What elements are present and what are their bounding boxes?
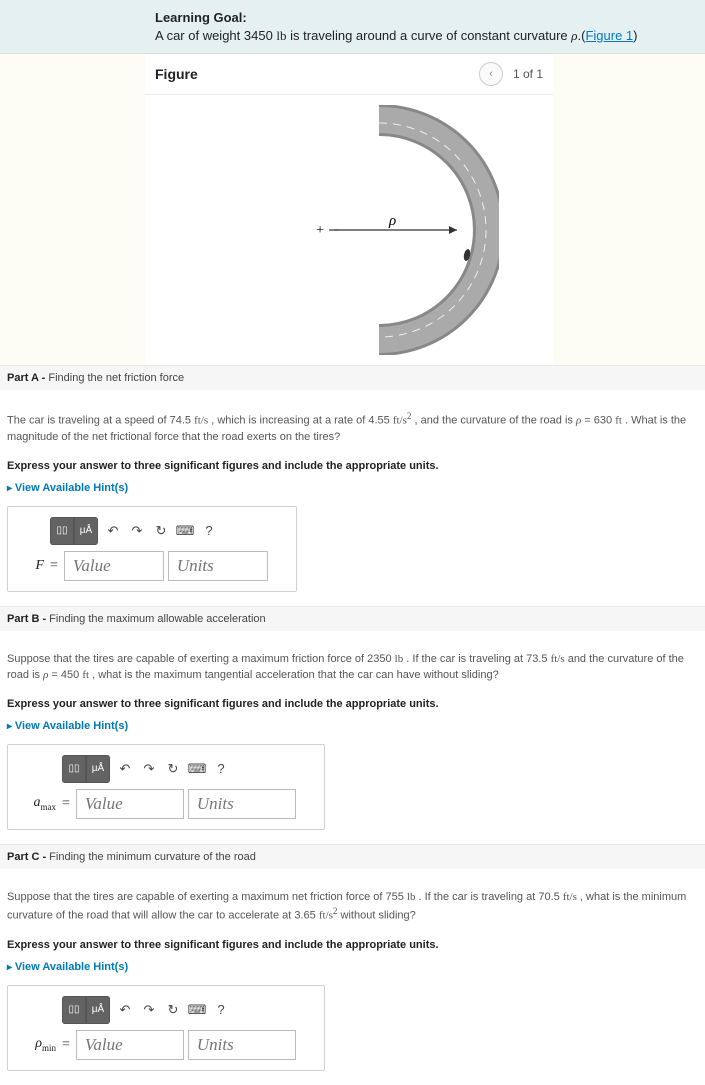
part-c-header: Part C - Finding the minimum curvature o…: [0, 845, 705, 869]
part-b-question: Suppose that the tires are capable of ex…: [0, 631, 705, 694]
part-b-value-input[interactable]: [76, 789, 184, 819]
part-b-header: Part B - Finding the maximum allowable a…: [0, 607, 705, 631]
part-a-question: The car is traveling at a speed of 74.5 …: [0, 390, 705, 456]
part-a: Part A - Finding the net friction force …: [0, 365, 705, 606]
part-c-answer-box: ▯▯ μÅ ↶ ↷ ↻ ⌨ ? ρmin =: [7, 985, 325, 1071]
figure-section: Figure ‹ 1 of 1 + ρ: [145, 54, 553, 365]
part-b-variable: amax: [18, 795, 56, 812]
part-c-hints-link[interactable]: View Available Hint(s): [0, 955, 705, 979]
part-b: Part B - Finding the maximum allowable a…: [0, 606, 705, 844]
help-button[interactable]: ?: [210, 998, 232, 1022]
part-c: Part C - Finding the minimum curvature o…: [0, 844, 705, 1085]
figure-header: Figure ‹ 1 of 1: [145, 54, 553, 95]
template-button-2[interactable]: μÅ: [74, 517, 98, 545]
lg-text-1: A car of weight 3450: [155, 28, 276, 43]
lg-unit-lb: lb: [276, 28, 286, 43]
undo-button[interactable]: ↶: [102, 519, 124, 543]
part-b-input-row: amax =: [18, 789, 296, 819]
help-button[interactable]: ?: [198, 519, 220, 543]
figure-counter: 1 of 1: [513, 67, 543, 81]
part-b-hints-link[interactable]: View Available Hint(s): [0, 714, 705, 738]
lg-paren-close: ): [633, 28, 637, 43]
redo-button[interactable]: ↷: [138, 757, 160, 781]
part-c-label: Part C -: [7, 851, 46, 863]
plus-marker: +: [316, 223, 324, 238]
figure-nav: ‹ 1 of 1: [479, 62, 543, 86]
part-b-title: Finding the maximum allowable accelerati…: [46, 613, 266, 625]
keyboard-button[interactable]: ⌨: [174, 519, 196, 543]
undo-button[interactable]: ↶: [114, 757, 136, 781]
rho-label: ρ: [388, 213, 396, 229]
part-c-value-input[interactable]: [76, 1030, 184, 1060]
part-a-header: Part A - Finding the net friction force: [0, 366, 705, 390]
figure-title: Figure: [155, 66, 198, 82]
part-b-answer-box: ▯▯ μÅ ↶ ↷ ↻ ⌨ ? amax =: [7, 744, 325, 830]
part-a-hints-link[interactable]: View Available Hint(s): [0, 476, 705, 500]
part-a-answer-box: ▯▯ μÅ ↶ ↷ ↻ ⌨ ? F =: [7, 506, 297, 592]
part-a-input-row: F =: [18, 551, 268, 581]
undo-button[interactable]: ↶: [114, 998, 136, 1022]
part-c-input-row: ρmin =: [18, 1030, 296, 1060]
part-b-toolbar: ▯▯ μÅ ↶ ↷ ↻ ⌨ ?: [62, 755, 296, 783]
reset-button[interactable]: ↻: [162, 998, 184, 1022]
keyboard-button[interactable]: ⌨: [186, 998, 208, 1022]
help-button[interactable]: ?: [210, 757, 232, 781]
part-c-question: Suppose that the tires are capable of ex…: [0, 869, 705, 935]
part-c-units-input[interactable]: [188, 1030, 296, 1060]
part-a-variable: F: [18, 558, 44, 574]
reset-button[interactable]: ↻: [162, 757, 184, 781]
equals-sign: =: [50, 558, 58, 574]
curve-diagram: + ρ: [199, 105, 499, 355]
part-b-instruction: Express your answer to three significant…: [0, 694, 705, 714]
figure-link[interactable]: Figure 1: [585, 28, 633, 43]
learning-goal-title: Learning Goal:: [155, 10, 690, 25]
redo-button[interactable]: ↷: [126, 519, 148, 543]
template-button-2[interactable]: μÅ: [86, 755, 110, 783]
part-c-instruction: Express your answer to three significant…: [0, 935, 705, 955]
equals-sign: =: [62, 796, 70, 812]
learning-goal-text: A car of weight 3450 lb is traveling aro…: [155, 27, 690, 45]
learning-goal-panel: Learning Goal: A car of weight 3450 lb i…: [0, 0, 705, 54]
part-a-label: Part A -: [7, 372, 45, 384]
template-button-1[interactable]: ▯▯: [50, 517, 74, 545]
part-b-label: Part B -: [7, 613, 46, 625]
equals-sign: =: [62, 1037, 70, 1053]
redo-button[interactable]: ↷: [138, 998, 160, 1022]
part-a-units-input[interactable]: [168, 551, 268, 581]
part-a-title: Finding the net friction force: [45, 372, 184, 384]
part-a-value-input[interactable]: [64, 551, 164, 581]
keyboard-button[interactable]: ⌨: [186, 757, 208, 781]
part-a-toolbar: ▯▯ μÅ ↶ ↷ ↻ ⌨ ?: [50, 517, 268, 545]
figure-body: + ρ: [145, 95, 553, 365]
lg-text-2: is traveling around a curve of constant …: [287, 28, 572, 43]
part-a-instruction: Express your answer to three significant…: [0, 456, 705, 476]
figure-prev-button[interactable]: ‹: [479, 62, 503, 86]
template-button-1[interactable]: ▯▯: [62, 755, 86, 783]
reset-button[interactable]: ↻: [150, 519, 172, 543]
part-b-units-input[interactable]: [188, 789, 296, 819]
part-c-title: Finding the minimum curvature of the roa…: [46, 851, 256, 863]
part-c-variable: ρmin: [18, 1036, 56, 1053]
